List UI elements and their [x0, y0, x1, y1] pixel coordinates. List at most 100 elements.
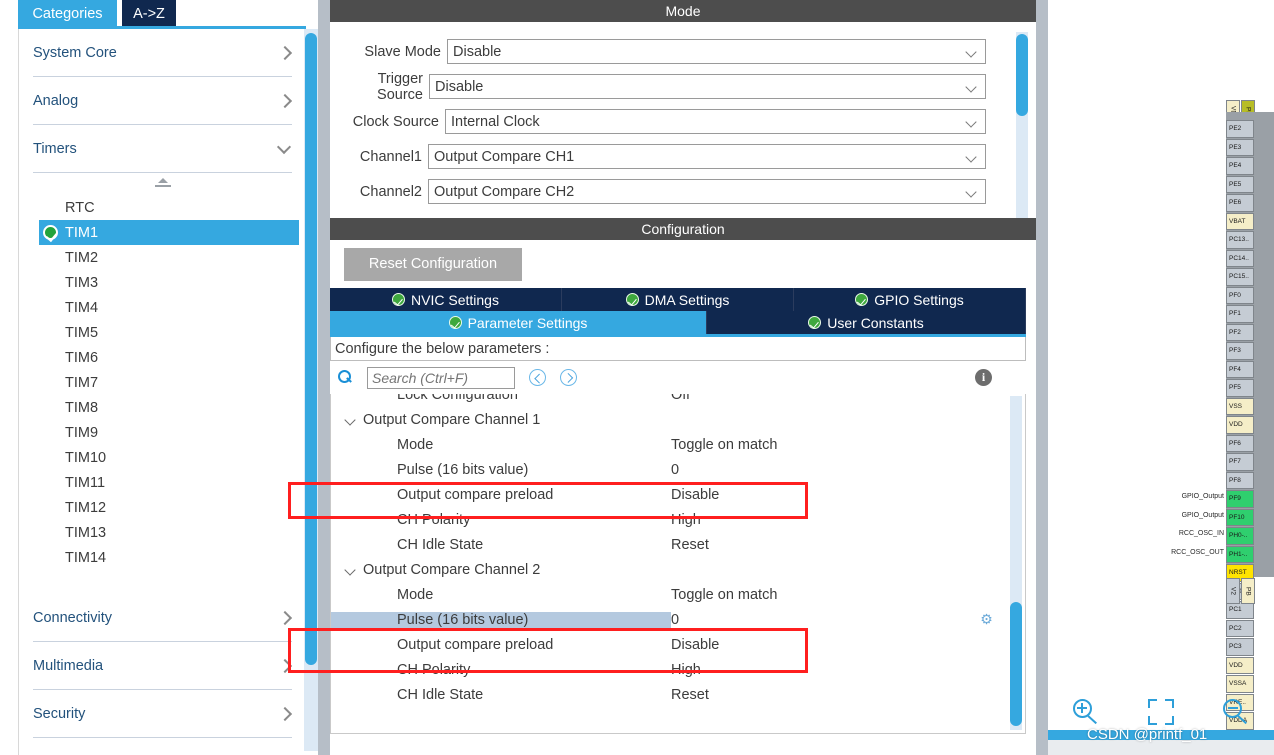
chip-pin-vbat[interactable]: VBAT: [1226, 212, 1254, 230]
chip-pin-vss[interactable]: VSS: [1226, 397, 1254, 415]
timer-item-tim10[interactable]: TIM10: [19, 445, 306, 470]
mode-scrollbar-thumb[interactable]: [1016, 34, 1028, 116]
timer-item-tim8[interactable]: TIM8: [19, 395, 306, 420]
timer-item-rtc[interactable]: RTC: [19, 195, 306, 220]
chip-pin-pf3[interactable]: PF3: [1226, 342, 1254, 360]
parameter-row[interactable]: Output compare preload Disable: [331, 632, 1003, 657]
timer-item-tim14[interactable]: TIM14: [19, 545, 306, 570]
parameter-row[interactable]: Output Compare Channel 2: [331, 557, 1003, 582]
parameter-value[interactable]: Disable: [671, 637, 719, 653]
parameter-value[interactable]: Reset: [671, 687, 709, 703]
sidebar-item-system-core[interactable]: System Core: [33, 29, 292, 77]
parameter-row[interactable]: CH Idle State Reset: [331, 532, 1003, 557]
chip-pin-pc3[interactable]: PC3: [1226, 638, 1254, 656]
parameter-row[interactable]: Pulse (16 bits value) 0: [331, 457, 1003, 482]
parameter-row[interactable]: Lock Configuration Off: [331, 394, 1003, 407]
chip-pin-pf9[interactable]: PF9: [1226, 490, 1254, 508]
tab-dma-settings[interactable]: DMA Settings: [562, 288, 794, 311]
timer-item-tim9[interactable]: TIM9: [19, 420, 306, 445]
parameter-row[interactable]: Mode Toggle on match: [331, 432, 1003, 457]
parameter-row[interactable]: Output compare preload Disable: [331, 482, 1003, 507]
zoom-in-icon[interactable]: [1072, 699, 1099, 725]
mode-field-select[interactable]: Output Compare CH2: [428, 179, 986, 204]
info-icon[interactable]: i: [975, 369, 992, 386]
chip-pin-ph0[interactable]: PH0-..: [1226, 527, 1254, 545]
parameter-value[interactable]: 0: [671, 612, 679, 628]
chip-pin-pf10[interactable]: PF10: [1226, 508, 1254, 526]
chip-pin-pe3[interactable]: PE3: [1226, 138, 1254, 156]
timer-item-tim5[interactable]: TIM5: [19, 320, 306, 345]
parameter-value[interactable]: Toggle on match: [671, 437, 777, 453]
sidebar-item-security[interactable]: Security: [33, 690, 292, 738]
reset-configuration-button[interactable]: Reset Configuration: [344, 247, 522, 281]
sidebar-item-analog[interactable]: Analog: [33, 77, 292, 125]
timer-item-tim6[interactable]: TIM6: [19, 345, 306, 370]
search-next-icon[interactable]: [560, 369, 577, 386]
chip-pin-vdd[interactable]: VDD: [1226, 656, 1254, 674]
mode-field-select[interactable]: Disable: [447, 39, 986, 64]
chip-pin-pf8[interactable]: PF8: [1226, 471, 1254, 489]
chip-pin-pc14[interactable]: PC14..: [1226, 249, 1254, 267]
chevron-down-icon[interactable]: [345, 566, 356, 573]
timer-item-tim1[interactable]: TIM1: [39, 220, 299, 245]
search-input[interactable]: [367, 366, 515, 389]
chip-pin-ph1[interactable]: PH1-..: [1226, 545, 1254, 563]
timer-item-tim13[interactable]: TIM13: [19, 520, 306, 545]
timer-item-tim7[interactable]: TIM7: [19, 370, 306, 395]
tab-nvic-settings[interactable]: NVIC Settings: [330, 288, 562, 311]
sidebar-item-timers[interactable]: Timers: [33, 125, 292, 173]
tab-categories[interactable]: Categories: [18, 0, 117, 28]
mode-field-select[interactable]: Disable: [429, 74, 986, 99]
tab-a-to-z[interactable]: A->Z: [122, 0, 176, 28]
parameter-value[interactable]: Disable: [671, 487, 719, 503]
chip-pin-pc15[interactable]: PC15..: [1226, 268, 1254, 286]
zoom-out-icon[interactable]: [1223, 699, 1249, 725]
fit-to-screen-icon[interactable]: [1147, 699, 1174, 725]
chip-pin-pc13[interactable]: PC13..: [1226, 231, 1254, 249]
chip-pin-vdd[interactable]: VDD: [1226, 416, 1254, 434]
chip-pin-pf7[interactable]: PF7: [1226, 453, 1254, 471]
list-resize-handle[interactable]: [19, 173, 306, 195]
sidebar-item-connectivity[interactable]: Connectivity: [33, 594, 292, 642]
chip-pin-pf4[interactable]: PF4: [1226, 360, 1254, 378]
mode-field-select[interactable]: Output Compare CH1: [428, 144, 986, 169]
chip-pin-pf6[interactable]: PF6: [1226, 434, 1254, 452]
chip-pin-pe5[interactable]: PE5: [1226, 175, 1254, 193]
chip-pin-pf5[interactable]: PF5: [1226, 379, 1254, 397]
chip-pin-pf0[interactable]: PF0: [1226, 286, 1254, 304]
sidebar-scrollbar-thumb[interactable]: [305, 33, 317, 665]
parameter-row[interactable]: CH Polarity High: [331, 507, 1003, 532]
tab-parameter-settings[interactable]: Parameter Settings: [330, 311, 707, 334]
mode-field-select[interactable]: Internal Clock: [445, 109, 986, 134]
chip-pin-pe2[interactable]: PE2: [1226, 120, 1254, 138]
chevron-down-icon[interactable]: [345, 416, 356, 423]
parameter-scrollbar-thumb[interactable]: [1010, 602, 1022, 726]
timer-item-tim11[interactable]: TIM11: [19, 470, 306, 495]
configuration-splitter[interactable]: [1036, 0, 1048, 755]
parameter-value[interactable]: 0: [671, 462, 679, 478]
tab-user-constants[interactable]: User Constants: [707, 311, 1026, 334]
parameter-value[interactable]: Reset: [671, 537, 709, 553]
chip-pin-pf1[interactable]: PF1: [1226, 305, 1254, 323]
chip-pin-pb[interactable]: PB: [1241, 578, 1255, 604]
parameter-value[interactable]: High: [671, 512, 701, 528]
chip-pin-pc2[interactable]: PC2: [1226, 619, 1254, 637]
timer-item-tim4[interactable]: TIM4: [19, 295, 306, 320]
chip-pin-pf2[interactable]: PF2: [1226, 323, 1254, 341]
sidebar-item-multimedia[interactable]: Multimedia: [33, 642, 292, 690]
timer-item-tim3[interactable]: TIM3: [19, 270, 306, 295]
chip-pin-v2[interactable]: V2: [1226, 578, 1240, 604]
parameter-row[interactable]: Output Compare Channel 1: [331, 407, 1003, 432]
parameter-value[interactable]: High: [671, 662, 701, 678]
search-previous-icon[interactable]: [529, 369, 546, 386]
parameter-value[interactable]: Off: [671, 394, 690, 403]
timer-item-tim2[interactable]: TIM2: [19, 245, 306, 270]
gear-icon[interactable]: ⚙: [979, 612, 994, 627]
timer-item-tim12[interactable]: TIM12: [19, 495, 306, 520]
parameter-row[interactable]: Mode Toggle on match: [331, 582, 1003, 607]
parameter-row[interactable]: CH Idle State Reset: [331, 682, 1003, 707]
parameter-row[interactable]: CH Polarity High: [331, 657, 1003, 682]
sidebar-splitter[interactable]: [318, 0, 330, 755]
parameter-value[interactable]: Toggle on match: [671, 587, 777, 603]
chip-pin-pe4[interactable]: PE4: [1226, 157, 1254, 175]
